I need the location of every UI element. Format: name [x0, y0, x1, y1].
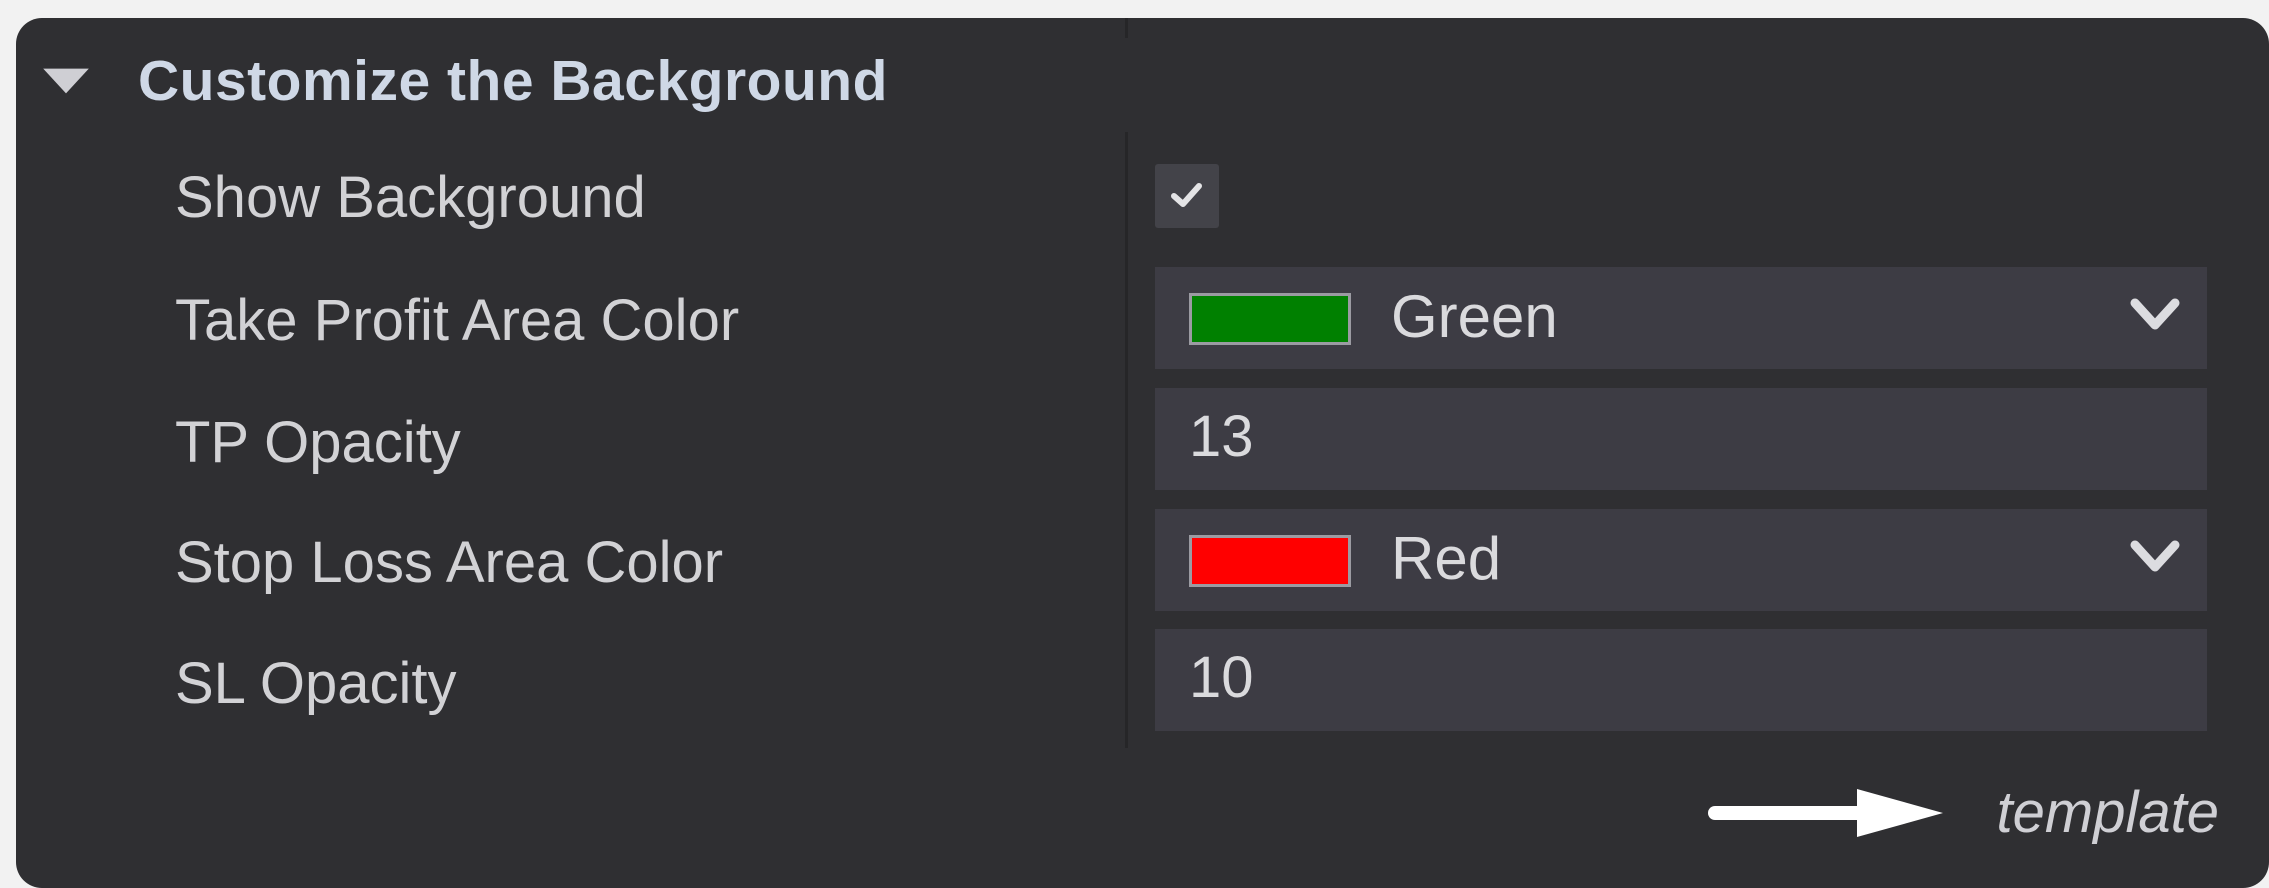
show-background-label: Show Background — [175, 169, 646, 227]
show-background-checkbox[interactable] — [1155, 164, 1219, 228]
column-divider-top — [1125, 18, 1128, 38]
sl-color-swatch — [1189, 535, 1351, 587]
sl-color-dropdown[interactable]: Red — [1155, 509, 2207, 611]
tp-color-label: Take Profit Area Color — [175, 292, 739, 350]
section-header[interactable]: Customize the Background — [42, 50, 888, 112]
arrow-right-icon — [1707, 785, 1947, 841]
sl-color-label: Stop Loss Area Color — [175, 534, 723, 592]
collapse-caret-icon[interactable] — [43, 69, 89, 94]
checkmark-icon — [1170, 182, 1204, 210]
tp-opacity-value: 13 — [1189, 408, 1254, 466]
sl-opacity-input[interactable]: 10 — [1155, 629, 2207, 731]
column-divider — [1125, 132, 1128, 748]
tp-opacity-label: TP Opacity — [175, 414, 461, 472]
sl-color-value: Red — [1391, 529, 1501, 589]
template-link[interactable]: template — [1997, 779, 2219, 846]
section-title: Customize the Background — [138, 48, 888, 114]
sl-opacity-label: SL Opacity — [175, 655, 457, 713]
tp-color-swatch — [1189, 293, 1351, 345]
tp-color-dropdown[interactable]: Green — [1155, 267, 2207, 369]
footer: template — [1707, 779, 2219, 846]
tp-opacity-input[interactable]: 13 — [1155, 388, 2207, 490]
tp-color-value: Green — [1391, 287, 1558, 347]
chevron-down-icon — [2129, 537, 2181, 577]
chevron-down-icon — [2129, 295, 2181, 335]
sl-opacity-value: 10 — [1189, 649, 1254, 707]
